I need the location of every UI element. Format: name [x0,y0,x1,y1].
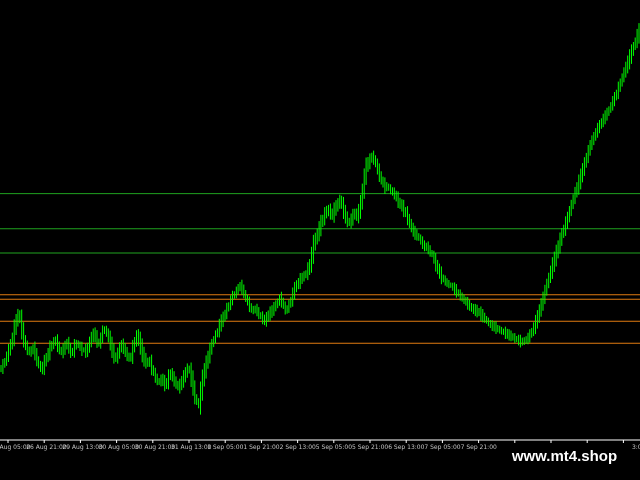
time-tick-label: 26 Aug 21:00 [26,444,67,451]
time-tick-label: 1 Sep 21:00 [243,444,279,451]
time-tick-label: 30 Aug 05:00 [99,444,140,451]
time-tick-label: 30 Aug 21:00 [135,444,176,451]
horizontal-levels [0,193,640,344]
time-tick-label: 7 Sep 21:00 [461,444,497,451]
time-tick-label: 5 Sep 05:00 [316,444,352,451]
time-tick-label: 5 Sep 21:00 [352,444,388,451]
time-tick-label: 2 Sep 13:00 [280,444,316,451]
time-tick-label: 31 Aug 13:00 [171,444,212,451]
time-tick-label: 6 Sep 13:00 [388,444,424,451]
time-tick-label: 29 Aug 13:00 [62,444,103,451]
chart-window[interactable]: 25 Aug 05:0026 Aug 21:0029 Aug 13:0030 A… [0,0,640,480]
watermark-text: www.mt4.shop [511,448,618,465]
price-bars [0,23,640,415]
watermark: www.mt4.shop [497,444,632,470]
time-tick-label: 7 Sep 05:00 [424,444,460,451]
time-tick-label: 1 Sep 05:00 [207,444,243,451]
price-chart[interactable]: 25 Aug 05:0026 Aug 21:0029 Aug 13:0030 A… [0,0,640,480]
